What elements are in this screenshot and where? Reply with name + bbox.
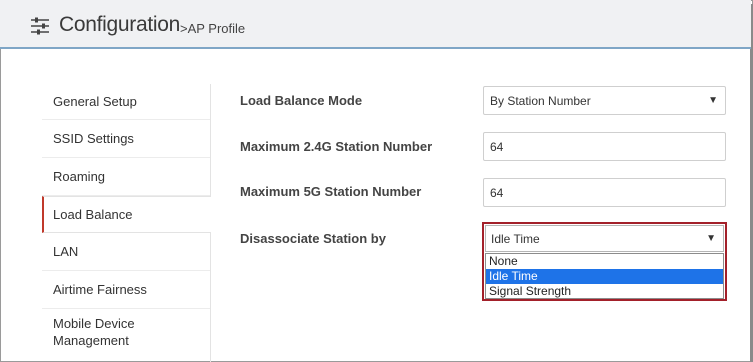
sidebar-item-airtime-fairness[interactable]: Airtime Fairness <box>42 271 210 309</box>
page-title: Configuration <box>59 13 181 36</box>
sidebar-item-load-balance[interactable]: Load Balance <box>42 195 211 234</box>
page-header: Configuration >AP Profile <box>0 0 751 49</box>
sidebar-item-roaming[interactable]: Roaming <box>42 158 210 196</box>
load-balance-mode-select[interactable]: By Station Number ▼ <box>483 86 726 115</box>
sidebar-item-label: SSID Settings <box>53 130 134 146</box>
max-24g-station-label: Maximum 2.4G Station Number <box>240 139 433 154</box>
sidebar-item-mobile-device-management[interactable]: Mobile Device Management <box>42 309 210 361</box>
max-5g-station-value: 64 <box>490 185 504 200</box>
max-5g-station-input[interactable]: 64 <box>483 178 726 207</box>
max-24g-station-input[interactable]: 64 <box>483 132 726 161</box>
breadcrumb: >AP Profile <box>180 21 246 36</box>
max-5g-station-label: Maximum 5G Station Number <box>240 184 422 199</box>
option-none[interactable]: None <box>486 254 723 269</box>
sidebar-item-label: General Setup <box>53 94 137 109</box>
sidebar-item-label: Roaming <box>53 168 106 184</box>
max-24g-station-value: 64 <box>490 139 504 154</box>
option-idle-time[interactable]: Idle Time <box>486 269 723 284</box>
dropdown-arrow-icon: ▼ <box>706 233 716 244</box>
sidebar-item-general-setup[interactable]: General Setup <box>42 84 210 120</box>
disassociate-station-label: Disassociate Station by <box>240 231 386 246</box>
load-balance-mode-label: Load Balance Mode <box>240 93 363 108</box>
option-signal-strength[interactable]: Signal Strength <box>486 284 723 299</box>
sidebar-item-lan[interactable]: LAN <box>42 233 210 272</box>
sidebar-item-ssid-settings[interactable]: SSID Settings <box>42 120 210 158</box>
disassociate-station-value: Idle Time <box>491 231 540 246</box>
sidebar-nav: General Setup SSID Settings Roaming Load… <box>42 84 211 362</box>
disassociate-station-select[interactable]: Idle Time ▼ <box>485 225 724 252</box>
dropdown-arrow-icon: ▼ <box>708 95 718 106</box>
sliders-icon <box>31 17 49 35</box>
disassociate-highlight-box: Idle Time ▼ None Idle Time Signal Streng… <box>482 222 727 301</box>
sidebar-item-label: Mobile Device Management <box>53 315 135 348</box>
sidebar-item-label: Airtime Fairness <box>53 282 147 298</box>
sidebar-item-label: LAN <box>53 244 79 260</box>
sidebar-item-label: Load Balance <box>53 206 133 222</box>
load-balance-mode-value: By Station Number <box>490 93 591 108</box>
disassociate-options-list: None Idle Time Signal Strength <box>485 253 724 299</box>
